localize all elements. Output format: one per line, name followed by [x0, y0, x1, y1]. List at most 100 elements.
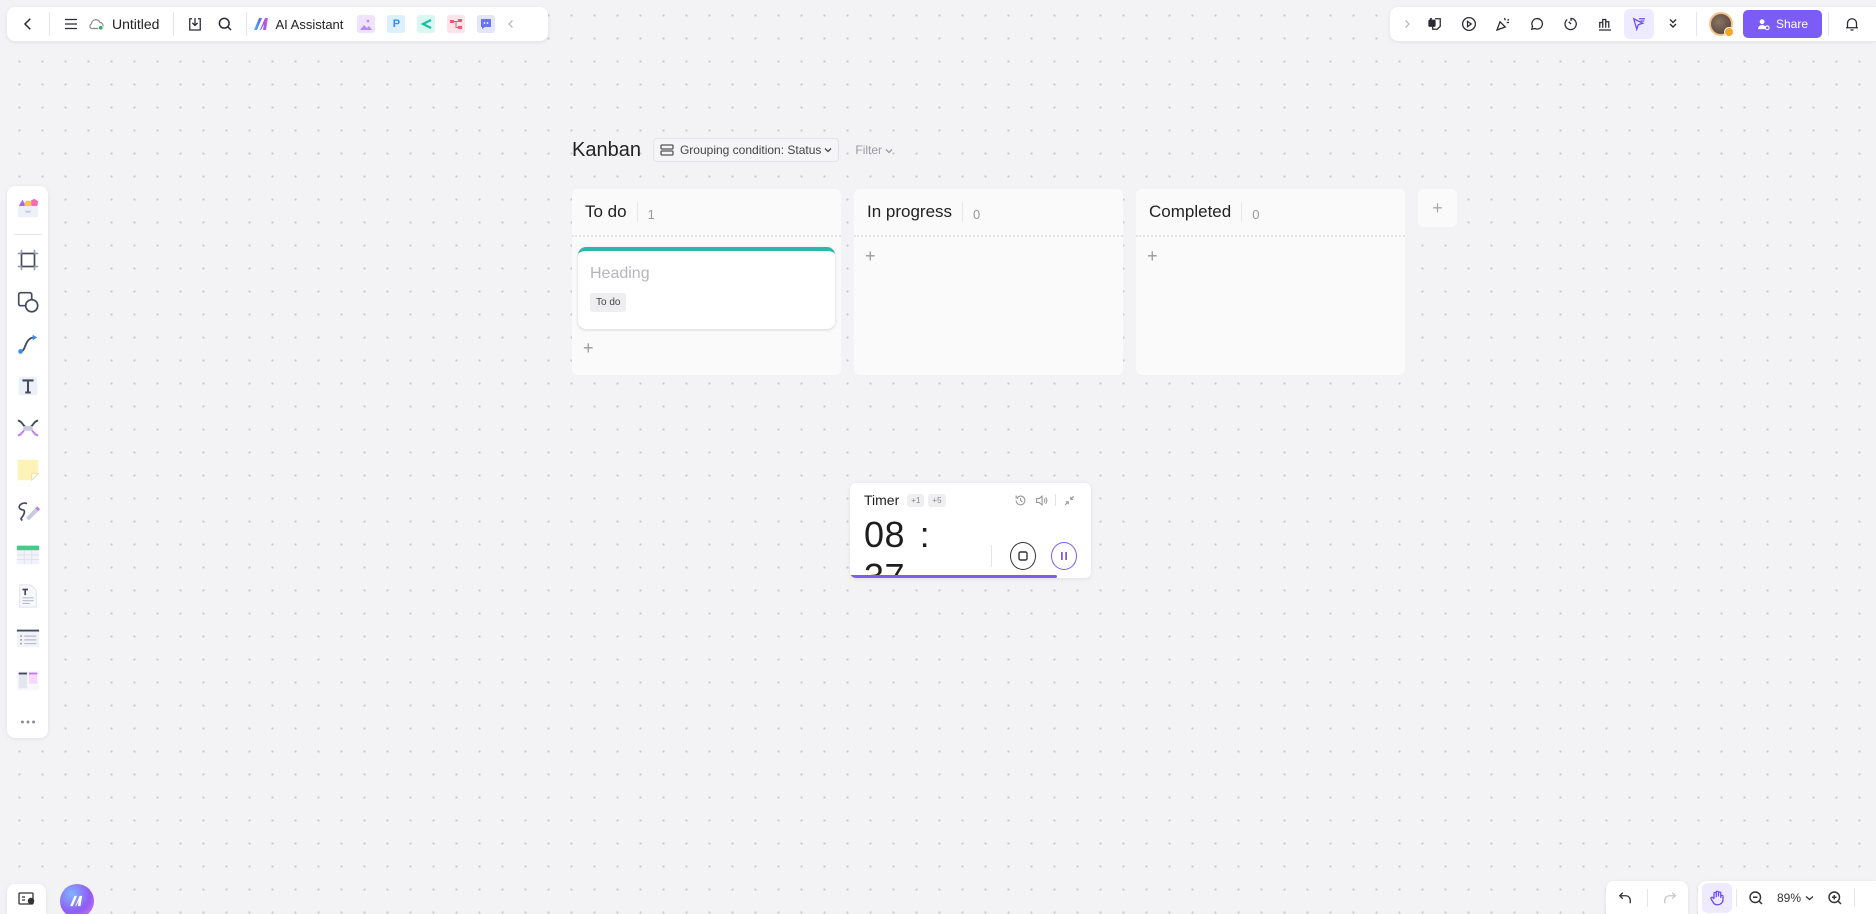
connector-tool[interactable]	[12, 329, 44, 360]
volume-icon[interactable]	[1034, 493, 1049, 508]
list-tool[interactable]	[12, 623, 44, 654]
comment-button[interactable]	[1522, 9, 1552, 39]
celebrate-button[interactable]	[1488, 9, 1518, 39]
vote-button[interactable]	[1590, 9, 1620, 39]
column-name[interactable]: To do	[585, 202, 638, 222]
frame-tool[interactable]	[12, 245, 44, 276]
column-header: In progress 0	[854, 189, 1123, 237]
text-tool[interactable]	[12, 371, 44, 402]
user-avatar[interactable]	[1709, 12, 1734, 37]
kanban-column-in-progress: In progress 0 +	[854, 189, 1123, 375]
minimap-button[interactable]	[7, 884, 46, 914]
card-heading[interactable]: Heading	[590, 265, 823, 283]
present-play-icon	[1461, 16, 1477, 32]
collapse-apps-button[interactable]	[501, 9, 521, 39]
stop-timer-button[interactable]	[1010, 542, 1037, 570]
kanban-board-icon	[16, 671, 39, 691]
sticky-template-icon	[1428, 18, 1441, 30]
divider	[1646, 888, 1648, 907]
ai-assistant-button[interactable]: AI Assistant	[253, 17, 343, 32]
pause-icon	[1061, 552, 1068, 560]
timer-button[interactable]	[1556, 9, 1586, 39]
more-double-chevron-icon	[1669, 19, 1677, 28]
grouping-condition-dropdown[interactable]: Grouping condition: Status	[652, 138, 840, 162]
add-column-button[interactable]: +	[1418, 189, 1457, 227]
chevron-right-icon	[1405, 20, 1410, 28]
pause-timer-button[interactable]	[1051, 542, 1078, 570]
zoom-out-button[interactable]	[1741, 883, 1771, 913]
frame-icon	[17, 250, 38, 271]
shape-icon	[17, 292, 39, 314]
sticky-note-tool[interactable]	[12, 455, 44, 486]
zoom-in-button[interactable]	[1820, 883, 1850, 913]
add-card-button[interactable]: +	[1147, 247, 1163, 265]
undo-icon	[1618, 891, 1631, 903]
chevron-down-icon[interactable]	[1805, 895, 1814, 901]
undo-button[interactable]	[1610, 883, 1640, 913]
add-card-button[interactable]: +	[583, 339, 599, 357]
app-image-generator[interactable]	[357, 15, 376, 33]
add-card-button[interactable]: +	[865, 247, 881, 265]
celebrate-icon	[1495, 17, 1510, 32]
mindmap-tool[interactable]	[12, 413, 44, 444]
kanban-card[interactable]: Heading To do	[578, 247, 835, 329]
ai-assistant-label: AI Assistant	[275, 16, 344, 32]
search-button[interactable]	[210, 9, 240, 39]
back-button[interactable]	[13, 9, 43, 39]
app-chat[interactable]	[477, 15, 496, 33]
add-1-minute-button[interactable]: +1	[907, 493, 925, 507]
kanban-column-todo: To do 1 Heading To do +	[572, 189, 841, 375]
column-name[interactable]: Completed	[1149, 202, 1243, 222]
reset-timer-icon[interactable]	[1013, 493, 1028, 508]
divider	[13, 234, 42, 235]
hand-tool-button[interactable]	[1702, 882, 1732, 913]
shape-tool[interactable]	[12, 287, 44, 318]
document-title[interactable]: Untitled	[112, 16, 159, 32]
notifications-button[interactable]	[1837, 9, 1867, 39]
download-button[interactable]	[180, 9, 210, 39]
timer-label: Timer	[864, 492, 900, 508]
divider	[1854, 888, 1856, 907]
ai-assistant-orb[interactable]	[60, 884, 94, 914]
app-flowchart[interactable]	[447, 15, 466, 33]
app-mindmap[interactable]	[417, 15, 436, 33]
table-icon	[16, 546, 39, 565]
column-name[interactable]: In progress	[867, 202, 964, 222]
share-user-icon	[1757, 18, 1770, 30]
laser-pointer-button[interactable]	[1624, 9, 1654, 39]
grouping-condition-label: Grouping condition: Status	[679, 143, 822, 157]
filter-dropdown[interactable]: Filter	[855, 143, 893, 157]
add-5-minutes-button[interactable]: +5	[928, 493, 946, 507]
template-library-button[interactable]	[12, 192, 44, 223]
zoom-level[interactable]: 89%	[1777, 891, 1801, 905]
minimize-icon[interactable]	[1062, 493, 1077, 508]
pen-icon	[17, 502, 40, 522]
kanban-tool[interactable]	[12, 665, 44, 696]
more-tools-button[interactable]	[1658, 9, 1688, 39]
redo-button[interactable]	[1655, 883, 1685, 913]
main-menu-button[interactable]	[56, 9, 86, 39]
timer-progress-bar	[850, 575, 1091, 578]
status-tag[interactable]: To do	[590, 293, 627, 312]
document-tool[interactable]	[12, 581, 44, 612]
divider	[1055, 494, 1056, 506]
column-count: 0	[973, 206, 981, 222]
board-location-icon	[17, 892, 34, 905]
divider	[49, 12, 50, 36]
timer-icon	[1564, 17, 1577, 31]
zoom-in-icon	[1828, 890, 1842, 905]
vote-chart-icon	[1599, 18, 1611, 31]
expand-toolbar-button[interactable]	[1398, 9, 1416, 39]
more-tools-button[interactable]	[12, 707, 44, 738]
ai-logo-icon	[70, 895, 83, 907]
sticky-template-button[interactable]	[1420, 9, 1450, 39]
timer-display: 08 : 37	[864, 514, 975, 578]
share-label: Share	[1776, 17, 1809, 31]
app-presentation[interactable]: P	[387, 15, 406, 33]
table-tool[interactable]	[12, 539, 44, 570]
present-button[interactable]	[1454, 9, 1484, 39]
chevron-left-icon	[23, 18, 31, 30]
image-generator-icon	[360, 19, 373, 30]
pen-tool[interactable]	[12, 497, 44, 528]
share-button[interactable]: Share	[1743, 10, 1823, 38]
